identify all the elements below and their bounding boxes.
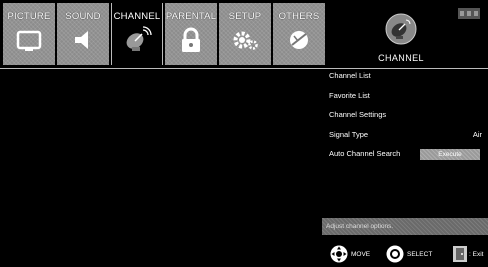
dpad-icon xyxy=(330,245,348,263)
exit-label: : Exit xyxy=(469,250,484,258)
tab-label: CHANNEL xyxy=(113,11,161,22)
padlock-icon xyxy=(176,25,206,55)
signal-type-value: Air xyxy=(472,129,482,139)
menu-item-channel-settings[interactable]: Channel Settings xyxy=(323,109,488,129)
top-menu-bar: PICTURE SOUND CHANNEL PARENTAL SETUP OTH… xyxy=(0,0,488,68)
tab-label: SOUND xyxy=(65,11,101,22)
tab-label: OTHERS xyxy=(278,11,320,22)
move-label: MOVE xyxy=(351,250,371,258)
menu-item-auto-channel-search[interactable]: Auto Channel Search Execute xyxy=(323,148,488,168)
help-text-bar: Adjust channel options. xyxy=(322,218,488,235)
speaker-icon xyxy=(68,25,98,55)
exit-hint: : Exit xyxy=(452,244,483,264)
globe-icon xyxy=(284,25,314,55)
ok-button-icon xyxy=(386,245,404,263)
menu-item-label: Auto Channel Search xyxy=(329,149,401,159)
tab-label: PICTURE xyxy=(7,11,51,22)
channel-menu-list: Channel List Favorite List Channel Setti… xyxy=(323,70,488,168)
menu-item-label: Signal Type xyxy=(329,129,369,139)
move-hint: MOVE xyxy=(330,244,370,264)
tab-channel[interactable]: CHANNEL xyxy=(111,3,163,65)
tab-label: SETUP xyxy=(228,11,262,22)
tab-sound[interactable]: SOUND xyxy=(57,3,109,65)
tab-setup[interactable]: SETUP xyxy=(219,3,271,65)
execute-button[interactable]: Execute xyxy=(420,149,480,161)
tab-others[interactable]: OTHERS xyxy=(273,3,325,65)
selected-category-label: CHANNEL xyxy=(378,53,424,63)
exit-door-icon xyxy=(452,245,468,263)
tv-icon xyxy=(14,25,44,55)
select-label: SELECT xyxy=(407,250,433,258)
tab-picture[interactable]: PICTURE xyxy=(3,3,55,65)
select-hint: SELECT xyxy=(386,244,432,264)
menu-item-label: Favorite List xyxy=(329,90,370,100)
selected-category-panel: CHANNEL xyxy=(350,3,452,65)
satellite-dish-icon xyxy=(122,25,152,55)
menu-item-favorite-list[interactable]: Favorite List xyxy=(323,90,488,110)
brand-logo-icon xyxy=(458,8,480,19)
gears-icon xyxy=(230,25,260,55)
tab-label: PARENTAL xyxy=(165,11,217,22)
menu-item-label: Channel List xyxy=(329,71,371,80)
menu-item-signal-type[interactable]: Signal Type Air xyxy=(323,129,488,149)
menu-item-channel-list[interactable]: Channel List xyxy=(323,70,488,90)
header-divider xyxy=(0,68,488,69)
tab-parental[interactable]: PARENTAL xyxy=(165,3,217,65)
menu-item-label: Channel Settings xyxy=(329,110,387,120)
navigation-hints: MOVE SELECT : Exit xyxy=(330,244,488,264)
satellite-dish-icon xyxy=(383,11,419,47)
